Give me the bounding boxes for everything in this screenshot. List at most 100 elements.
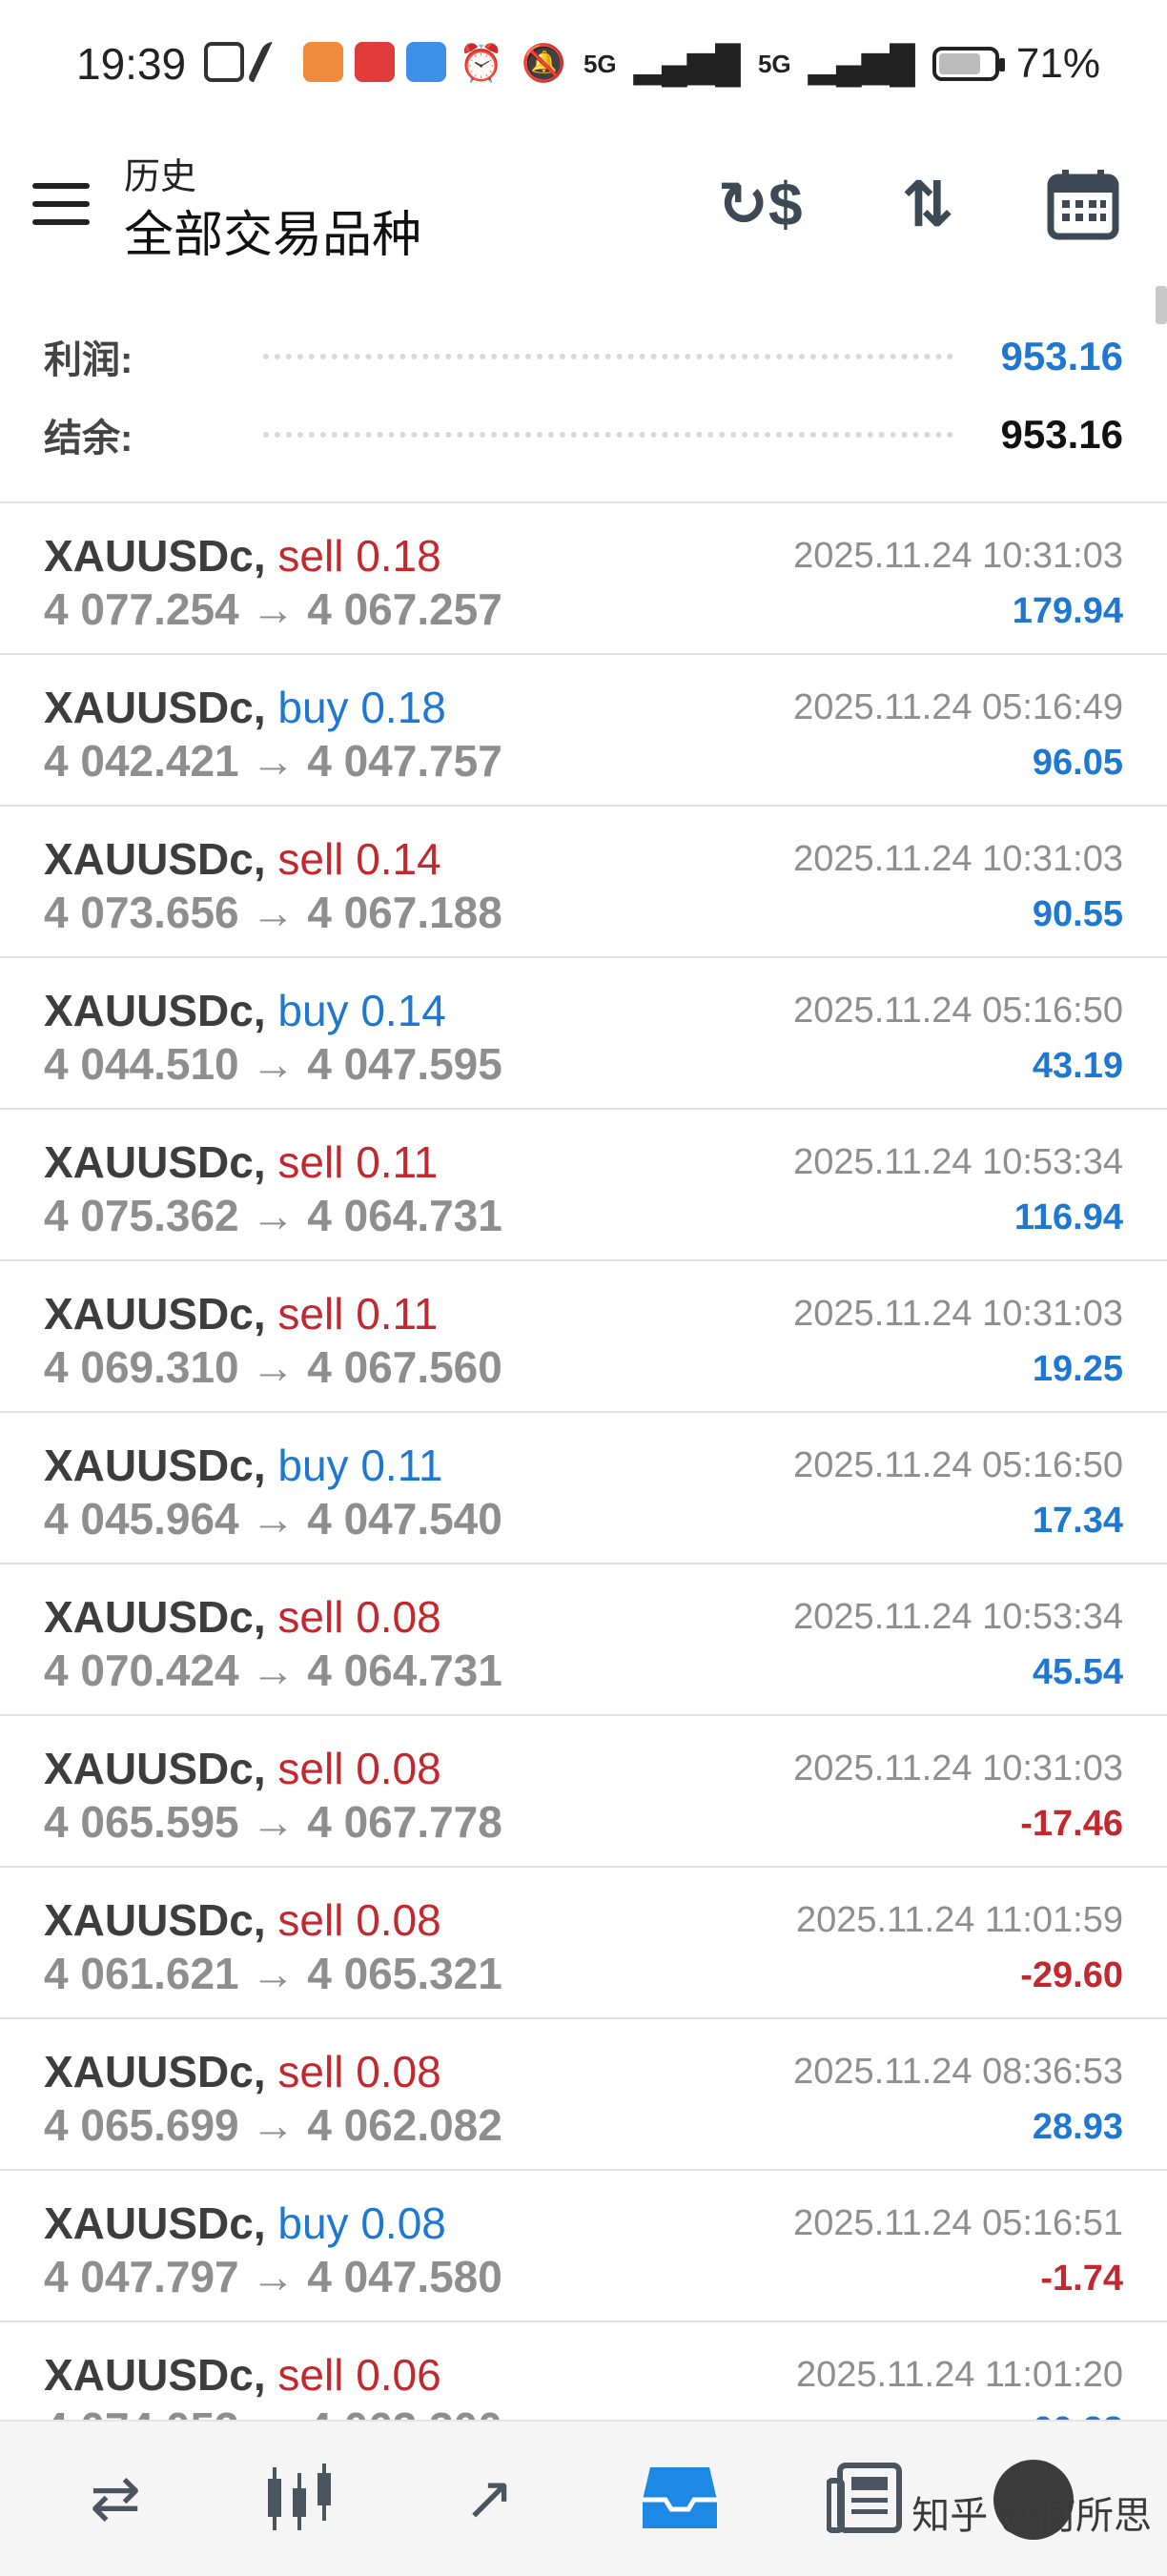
deal-prices: 4 074.053 → 4 063.300 [44, 2402, 502, 2422]
deal-profit: -17.46 [1020, 1804, 1123, 1844]
dotted-leader [263, 354, 953, 359]
deal-prices: 4 042.421 → 4 047.757 [44, 736, 502, 786]
status-time: 19:39 [76, 39, 187, 89]
deal-row[interactable]: XAUUSDc, buy 0.11 4 045.964 → 4 047.540 20… [0, 1413, 1167, 1564]
deal-profit: 43.19 [1032, 1046, 1123, 1086]
deal-symbol-line: XAUUSDc, buy 0.18 [44, 682, 446, 733]
balance-label: 结余: [44, 418, 133, 460]
currency-exchange-icon[interactable]: ↻$ [717, 166, 803, 242]
deal-side-volume: sell 0.08 [277, 1592, 441, 1642]
deal-time: 2025.11.24 10:53:34 [793, 1142, 1123, 1182]
app-orange-icon [303, 42, 343, 82]
deal-profit: 45.54 [1032, 1652, 1123, 1692]
alarm-icon: ⏰ [459, 44, 504, 84]
profit-label: 利润: [44, 339, 133, 381]
deal-profit: 28.93 [1032, 2107, 1123, 2147]
deal-time: 2025.11.24 05:16:49 [793, 687, 1123, 727]
deal-symbol: XAUUSDc, [44, 531, 266, 581]
deal-profit: 96.05 [1032, 743, 1123, 783]
deal-symbol: XAUUSDc, [44, 834, 266, 884]
deal-symbol: XAUUSDc, [44, 2047, 266, 2096]
deal-profit: -29.60 [1020, 1955, 1123, 1995]
deal-symbol-line: XAUUSDc, sell 0.08 [44, 1894, 441, 1946]
deal-symbol-line: XAUUSDc, sell 0.14 [44, 833, 441, 885]
deal-row[interactable]: XAUUSDc, sell 0.18 4 077.254 → 4 067.257 2… [0, 503, 1167, 655]
deal-time: 2025.11.24 05:16:50 [793, 1445, 1123, 1485]
deal-row[interactable]: XAUUSDc, sell 0.14 4 073.656 → 4 067.188 2… [0, 807, 1167, 958]
deal-row[interactable]: XAUUSDc, sell 0.11 4 075.362 → 4 064.731 2… [0, 1110, 1167, 1261]
deal-profit: 90.55 [1032, 894, 1123, 934]
deal-row[interactable]: XAUUSDc, sell 0.064 074.053 → 4 063.300 2… [0, 2322, 1167, 2422]
deal-row[interactable]: XAUUSDc, sell 0.08 4 070.424 → 4 064.731 2… [0, 1564, 1167, 1716]
balance-row: 结余: 953.16 [44, 406, 1123, 463]
app-toolbar: 历史 全部交易品种 ↻$ ⇅ [0, 133, 1167, 286]
trade-icon[interactable]: ↗ [446, 2460, 532, 2536]
deal-side-volume: sell 0.06 [277, 2350, 441, 2400]
wps-icon [355, 42, 395, 82]
deal-prices: 4 065.699 → 4 062.082 [44, 2100, 502, 2150]
deal-symbol: XAUUSDc, [44, 683, 266, 732]
deal-side-volume: sell 0.11 [277, 1289, 439, 1339]
chart-candles-icon[interactable] [257, 2460, 343, 2536]
deal-symbol: XAUUSDc, [44, 1289, 266, 1339]
deal-symbol-line: XAUUSDc, buy 0.08 [44, 2198, 446, 2249]
deal-prices: 4 073.656 → 4 067.188 [44, 888, 502, 937]
battery-percent: 71% [1015, 40, 1100, 87]
menu-icon[interactable] [32, 183, 90, 225]
deal-symbol: XAUUSDc, [44, 1137, 266, 1187]
signal-icon: ▂▄▆█ [633, 44, 741, 85]
deal-row[interactable]: XAUUSDc, buy 0.14 4 044.510 → 4 047.595 20… [0, 958, 1167, 1110]
deal-symbol: XAUUSDc, [44, 2350, 266, 2400]
deal-row[interactable]: XAUUSDc, buy 0.08 4 047.797 → 4 047.580 20… [0, 2171, 1167, 2322]
toolbar-title[interactable]: 全部交易品种 [124, 194, 421, 266]
deal-row[interactable]: XAUUSDc, sell 0.11 4 069.310 → 4 067.560 2… [0, 1261, 1167, 1413]
deal-side-volume: sell 0.11 [277, 1137, 439, 1187]
deal-profit: 179.94 [1012, 591, 1123, 631]
deal-symbol: XAUUSDc, [44, 986, 266, 1035]
deal-time: 2025.11.24 10:31:03 [793, 536, 1123, 576]
deal-symbol-line: XAUUSDc, sell 0.11 [44, 1136, 438, 1188]
deal-symbol-line: XAUUSDc, buy 0.14 [44, 985, 446, 1036]
quotes-icon[interactable]: ⇄ [72, 2460, 158, 2536]
sort-icon[interactable]: ⇅ [885, 166, 971, 242]
deal-side-volume: sell 0.08 [277, 2047, 441, 2096]
deal-symbol-line: XAUUSDc, sell 0.08 [44, 1743, 441, 1794]
deal-symbol-line: XAUUSDc, sell 0.08 [44, 2046, 441, 2097]
profit-row: 利润: 953.16 [44, 328, 1123, 385]
deal-prices: 4 075.362 → 4 064.731 [44, 1191, 502, 1240]
calendar-icon[interactable] [1045, 166, 1121, 242]
battery-icon [932, 47, 1005, 81]
deals-list[interactable]: XAUUSDc, sell 0.18 4 077.254 → 4 067.257 2… [0, 501, 1167, 2422]
deal-prices: 4 044.510 → 4 047.595 [44, 1039, 502, 1089]
deal-prices: 4 077.254 → 4 067.257 [44, 584, 502, 634]
deal-symbol: XAUUSDc, [44, 1744, 266, 1793]
scrollbar-thumb[interactable] [1156, 286, 1167, 324]
profit-value: 953.16 [1000, 334, 1123, 378]
deal-side-volume: buy 0.18 [277, 683, 446, 732]
deal-side-volume: buy 0.08 [277, 2198, 446, 2248]
notification-icons [204, 42, 446, 82]
deal-side-volume: sell 0.18 [277, 531, 441, 581]
deal-prices: 4 069.310 → 4 067.560 [44, 1342, 502, 1392]
honor-store-icon [406, 42, 446, 82]
status-right: ⏰ 🔕 5G ▂▄▆█ 5G ▂▄▆█ 71% [459, 40, 1100, 88]
nfc-icon [204, 42, 244, 82]
deal-row[interactable]: XAUUSDc, buy 0.18 4 042.421 → 4 047.757 20… [0, 655, 1167, 807]
deal-row[interactable]: XAUUSDc, sell 0.08 4 065.699 → 4 062.082 2… [0, 2019, 1167, 2171]
deal-prices: 4 065.595 → 4 067.778 [44, 1797, 502, 1847]
deal-symbol-line: XAUUSDc, sell 0.06 [44, 2349, 441, 2401]
deal-side-volume: sell 0.08 [277, 1895, 441, 1945]
deal-symbol: XAUUSDc, [44, 1592, 266, 1642]
deal-time: 2025.11.24 10:31:03 [793, 839, 1123, 879]
deal-side-volume: buy 0.14 [277, 986, 446, 1035]
link-icon [246, 42, 301, 82]
deal-side-volume: sell 0.14 [277, 834, 441, 884]
deal-profit: 17.34 [1032, 1501, 1123, 1541]
signal-icon: ▂▄▆█ [808, 44, 915, 85]
deal-time: 2025.11.24 08:36:53 [793, 2052, 1123, 2092]
history-icon[interactable] [637, 2460, 723, 2536]
deal-row[interactable]: XAUUSDc, sell 0.08 4 065.595 → 4 067.778 2… [0, 1716, 1167, 1868]
network-label-2: 5G [757, 49, 791, 78]
deal-row[interactable]: XAUUSDc, sell 0.08 4 061.621 → 4 065.321 2… [0, 1868, 1167, 2019]
news-icon[interactable] [822, 2460, 908, 2536]
